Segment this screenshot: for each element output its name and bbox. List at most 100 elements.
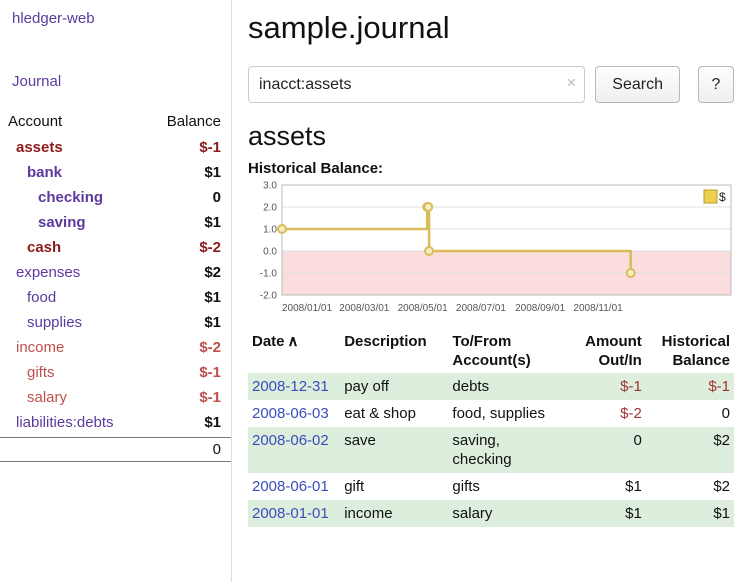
- transaction-balance: 0: [646, 400, 734, 427]
- transaction-description: gift: [340, 473, 448, 500]
- register-header-balance: Historical Balance: [646, 329, 734, 373]
- transaction-date-link[interactable]: 2008-06-01: [252, 478, 329, 495]
- svg-text:2.0: 2.0: [263, 203, 277, 214]
- app-title-link[interactable]: hledger-web: [0, 8, 231, 29]
- account-balance-cash: $-2: [199, 238, 221, 257]
- accounts-header-account: Account: [8, 113, 62, 130]
- register-header-amount: Amount Out/In: [564, 329, 646, 373]
- transaction-amount: $-1: [564, 373, 646, 400]
- register-table: Date∧ Description To/From Account(s) Amo…: [248, 329, 734, 527]
- transaction-balance: $2: [646, 427, 734, 473]
- search-bar: × Search ?: [248, 66, 734, 103]
- search-input[interactable]: [248, 66, 585, 103]
- account-link-supplies[interactable]: supplies: [27, 313, 82, 332]
- account-heading: assets: [248, 121, 734, 152]
- svg-text:2008/07/01: 2008/07/01: [456, 303, 506, 314]
- account-link-income[interactable]: income: [16, 338, 64, 357]
- account-row-assets: assets $-1: [0, 135, 231, 160]
- account-link-food[interactable]: food: [27, 288, 56, 307]
- clear-search-icon[interactable]: ×: [566, 74, 576, 91]
- svg-text:0.0: 0.0: [263, 247, 277, 258]
- svg-text:2008/01/01: 2008/01/01: [282, 303, 332, 314]
- accounts-total-row: 0: [0, 437, 231, 462]
- nav-journal-link[interactable]: Journal: [0, 71, 231, 92]
- transaction-description: eat & shop: [340, 400, 448, 427]
- account-balance-expenses: $2: [204, 263, 221, 282]
- account-link-saving[interactable]: saving: [38, 213, 86, 232]
- account-link-liabilities-debts[interactable]: liabilities:debts: [16, 413, 114, 432]
- chart-title: Historical Balance:: [248, 160, 734, 177]
- account-row-income: income $-2: [0, 335, 231, 360]
- transaction-amount: $1: [564, 473, 646, 500]
- register-header-accounts: To/From Account(s): [448, 329, 563, 373]
- svg-text:2008/03/01: 2008/03/01: [339, 303, 389, 314]
- main-content: sample.journal × Search ? assets Histori…: [232, 0, 742, 582]
- account-row-supplies: supplies $1: [0, 310, 231, 335]
- historical-balance-chart: -2.0-1.00.01.02.03.02008/01/012008/03/01…: [248, 179, 734, 321]
- account-row-bank: bank $1: [0, 160, 231, 185]
- account-row-gifts: gifts $-1: [0, 360, 231, 385]
- svg-text:-2.0: -2.0: [260, 291, 278, 302]
- page-title: sample.journal: [248, 10, 734, 46]
- transaction-amount: $-2: [564, 400, 646, 427]
- balance-chart-svg: -2.0-1.00.01.02.03.02008/01/012008/03/01…: [248, 179, 734, 321]
- account-link-assets[interactable]: assets: [16, 138, 63, 157]
- account-balance-gifts: $-1: [199, 363, 221, 382]
- transaction-date-link[interactable]: 2008-06-03: [252, 405, 329, 422]
- svg-text:2008/09/01: 2008/09/01: [515, 303, 565, 314]
- transaction-accounts: food, supplies: [448, 400, 563, 427]
- svg-text:1.0: 1.0: [263, 225, 277, 236]
- svg-text:2008/11/01: 2008/11/01: [573, 303, 623, 314]
- hledger-web-app: hledger-web Journal Account Balance asse…: [0, 0, 742, 582]
- account-link-bank[interactable]: bank: [27, 163, 62, 182]
- accounts-total-value: 0: [213, 441, 221, 458]
- sidebar: hledger-web Journal Account Balance asse…: [0, 0, 232, 582]
- account-row-expenses: expenses $2: [0, 260, 231, 285]
- svg-text:$: $: [719, 190, 726, 204]
- transaction-description: income: [340, 500, 448, 527]
- search-button[interactable]: Search: [595, 66, 680, 103]
- account-link-expenses[interactable]: expenses: [16, 263, 80, 282]
- transaction-date-link[interactable]: 2008-06-02: [252, 432, 329, 449]
- register-row: 2008-01-01 income salary $1 $1: [248, 500, 734, 527]
- account-balance-assets: $-1: [199, 138, 221, 157]
- account-link-salary[interactable]: salary: [27, 388, 67, 407]
- transaction-description: pay off: [340, 373, 448, 400]
- sort-ascending-icon: ∧: [288, 333, 299, 350]
- transaction-amount: $1: [564, 500, 646, 527]
- account-row-food: food $1: [0, 285, 231, 310]
- register-row: 2008-12-31 pay off debts $-1 $-1: [248, 373, 734, 400]
- account-link-gifts[interactable]: gifts: [27, 363, 55, 382]
- transaction-date-link[interactable]: 2008-01-01: [252, 505, 329, 522]
- register-row: 2008-06-03 eat & shop food, supplies $-2…: [248, 400, 734, 427]
- account-balance-food: $1: [204, 288, 221, 307]
- register-row: 2008-06-02 save saving, checking 0 $2: [248, 427, 734, 473]
- account-balance-supplies: $1: [204, 313, 221, 332]
- register-row: 2008-06-01 gift gifts $1 $2: [248, 473, 734, 500]
- svg-text:3.0: 3.0: [263, 181, 277, 192]
- accounts-header-balance: Balance: [167, 113, 221, 130]
- transaction-accounts: gifts: [448, 473, 563, 500]
- register-header-date[interactable]: Date∧: [248, 329, 340, 373]
- account-link-cash[interactable]: cash: [27, 238, 61, 257]
- search-field-wrapper: ×: [248, 66, 585, 103]
- account-balance-saving: $1: [204, 213, 221, 232]
- register-header-row: Date∧ Description To/From Account(s) Amo…: [248, 329, 734, 373]
- transaction-accounts: debts: [448, 373, 563, 400]
- transaction-amount: 0: [564, 427, 646, 473]
- transaction-date-link[interactable]: 2008-12-31: [252, 378, 329, 395]
- transaction-balance: $2: [646, 473, 734, 500]
- transaction-description: save: [340, 427, 448, 473]
- transaction-balance: $1: [646, 500, 734, 527]
- help-button[interactable]: ?: [698, 66, 734, 103]
- account-link-checking[interactable]: checking: [38, 188, 103, 207]
- transaction-accounts: salary: [448, 500, 563, 527]
- account-row-checking: checking 0: [0, 185, 231, 210]
- account-row-cash: cash $-2: [0, 235, 231, 260]
- accounts-table-header: Account Balance: [0, 108, 231, 135]
- account-row-liabilities-debts: liabilities:debts $1: [0, 410, 231, 435]
- account-row-saving: saving $1: [0, 210, 231, 235]
- svg-text:2008/05/01: 2008/05/01: [398, 303, 448, 314]
- account-balance-bank: $1: [204, 163, 221, 182]
- account-row-salary: salary $-1: [0, 385, 231, 410]
